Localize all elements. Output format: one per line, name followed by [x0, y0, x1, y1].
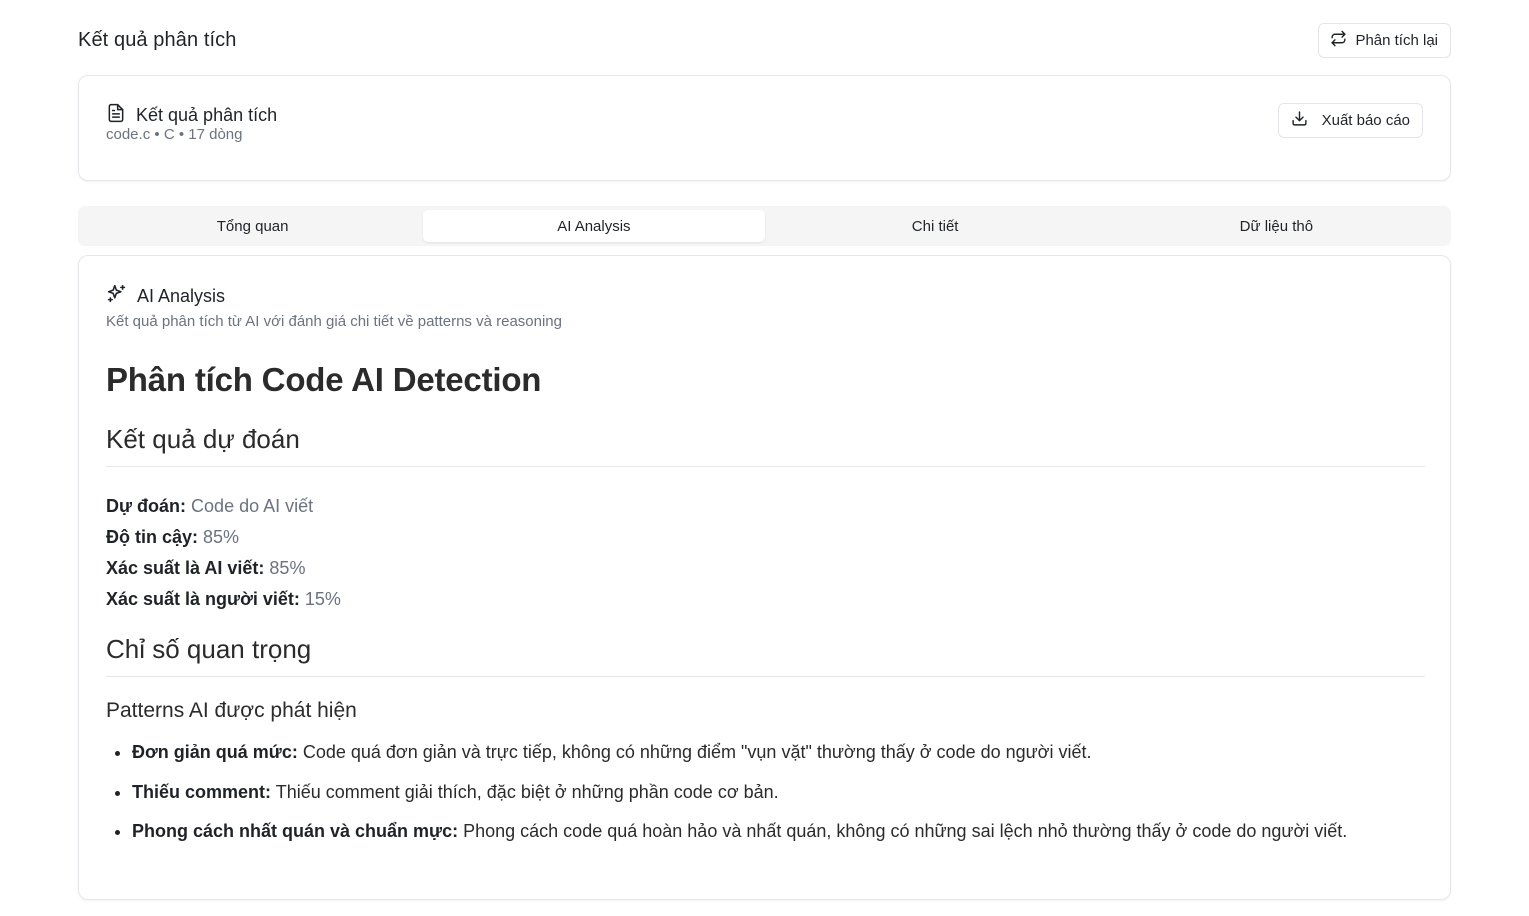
stat-value: 85% — [269, 558, 306, 578]
stat-human-probability: Xác suất là người viết: 15% — [106, 584, 1425, 615]
pattern-text: Code quá đơn giản và trực tiếp, không có… — [302, 742, 1092, 762]
analysis-page: Kết quả phân tích Phân tích lại Kết quả … — [0, 0, 1529, 916]
patterns-heading: Patterns AI được phát hiện — [106, 699, 357, 722]
report-heading: Phân tích Code AI Detection — [106, 361, 542, 398]
arrows-repeat-icon — [1330, 30, 1347, 51]
page-title: Kết quả phân tích — [78, 28, 237, 51]
stat-value: Code do AI viết — [191, 496, 314, 516]
file-summary-card: Kết quả phân tích code.c • C • 17 dòng X… — [78, 75, 1451, 181]
metrics-section-header: Chỉ số quan trọng — [106, 632, 1425, 677]
stat-label: Xác suất là AI viết: — [106, 558, 265, 578]
prediction-stats: Dự đoán: Code do AI viết Độ tin cậy: 85%… — [106, 491, 1425, 615]
download-icon — [1291, 110, 1308, 131]
stat-label: Độ tin cậy: — [106, 527, 199, 547]
pattern-text: Thiếu comment giải thích, đặc biệt ở nhữ… — [275, 781, 779, 802]
meta-separator: • — [154, 126, 160, 143]
file-card-title-row: Kết quả phân tích — [106, 103, 277, 128]
reanalyze-label: Phân tích lại — [1355, 31, 1438, 49]
file-text-icon — [106, 103, 126, 128]
tab-raw-data[interactable]: Dữ liệu thô — [1106, 210, 1447, 242]
pattern-label: Phong cách nhất quán và chuẩn mực: — [132, 821, 459, 841]
stat-label: Dự đoán: — [106, 496, 187, 516]
tab-overview[interactable]: Tổng quan — [82, 210, 423, 242]
ai-analysis-card: AI Analysis Kết quả phân tích từ AI với … — [78, 255, 1451, 900]
page-header: Kết quả phân tích Phân tích lại — [78, 22, 1451, 58]
export-report-button[interactable]: Xuất báo cáo — [1277, 103, 1423, 138]
pattern-label: Thiếu comment: — [132, 781, 272, 802]
ai-analysis-subtitle: Kết quả phân tích từ AI với đánh giá chi… — [106, 313, 562, 330]
reanalyze-button[interactable]: Phân tích lại — [1318, 22, 1451, 58]
stat-value: 15% — [304, 589, 341, 609]
file-name: code.c — [106, 126, 151, 143]
analysis-content: Phân tích Code AI Detection Kết quả dự đ… — [106, 356, 1425, 852]
ai-analysis-header: AI Analysis — [106, 283, 225, 309]
file-line-count: 17 dòng — [188, 126, 243, 143]
metrics-heading: Chỉ số quan trọng — [106, 634, 312, 664]
tab-list: Tổng quan AI Analysis Chi tiết Dữ liệu t… — [78, 206, 1451, 246]
stat-ai-probability: Xác suất là AI viết: 85% — [106, 553, 1425, 584]
ai-analysis-title: AI Analysis — [137, 285, 226, 306]
list-item: Phong cách nhất quán và chuẩn mực: Phong… — [106, 812, 1425, 852]
stat-value: 85% — [203, 527, 240, 547]
pattern-text: Phong cách code quá hoàn hảo và nhất quá… — [463, 821, 1348, 841]
tab-details[interactable]: Chi tiết — [765, 210, 1106, 242]
list-item: Thiếu comment: Thiếu comment giải thích,… — [106, 773, 1425, 813]
pattern-label: Đơn giản quá mức: — [132, 742, 298, 762]
prediction-section-header: Kết quả dự đoán — [106, 422, 1425, 467]
patterns-list: Đơn giản quá mức: Code quá đơn giản và t… — [106, 733, 1425, 852]
stat-prediction: Dự đoán: Code do AI viết — [106, 491, 1425, 522]
stat-confidence: Độ tin cậy: 85% — [106, 522, 1425, 553]
file-language: C — [163, 126, 175, 143]
export-label: Xuất báo cáo — [1321, 112, 1410, 129]
prediction-heading: Kết quả dự đoán — [106, 424, 300, 454]
tab-ai-analysis[interactable]: AI Analysis — [423, 210, 765, 242]
meta-separator: • — [178, 126, 185, 143]
stat-label: Xác suất là người viết: — [106, 589, 300, 609]
sparkles-icon — [106, 283, 127, 309]
list-item: Đơn giản quá mức: Code quá đơn giản và t… — [106, 733, 1425, 773]
file-card-title: Kết quả phân tích — [136, 105, 278, 125]
file-meta: code.c • C • 17 dòng — [106, 126, 243, 143]
